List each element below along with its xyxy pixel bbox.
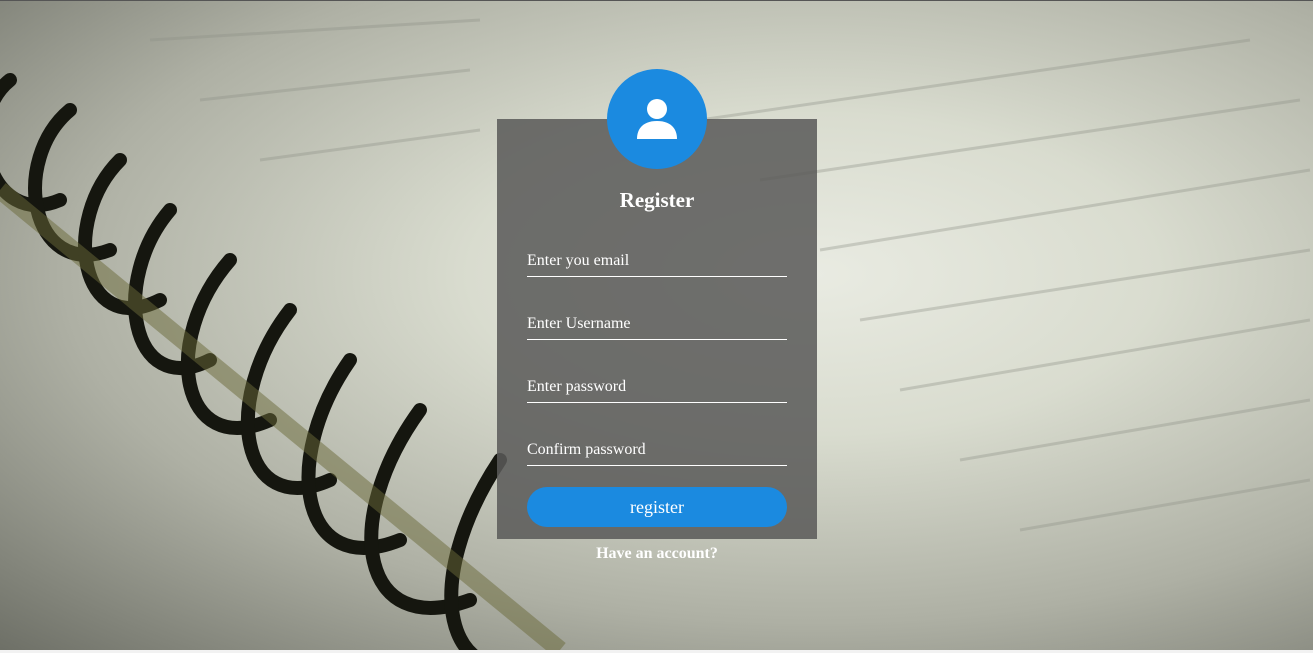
page-title: Register	[619, 188, 695, 212]
username-field[interactable]	[527, 309, 787, 340]
register-button[interactable]: register	[527, 487, 787, 527]
email-field[interactable]	[527, 246, 787, 277]
have-account-link[interactable]: Have an account?	[497, 545, 817, 563]
password-field[interactable]	[527, 372, 787, 403]
avatar	[607, 69, 707, 169]
window-top-border	[0, 0, 1313, 1]
user-icon	[637, 99, 677, 139]
confirm-password-field[interactable]	[527, 435, 787, 466]
